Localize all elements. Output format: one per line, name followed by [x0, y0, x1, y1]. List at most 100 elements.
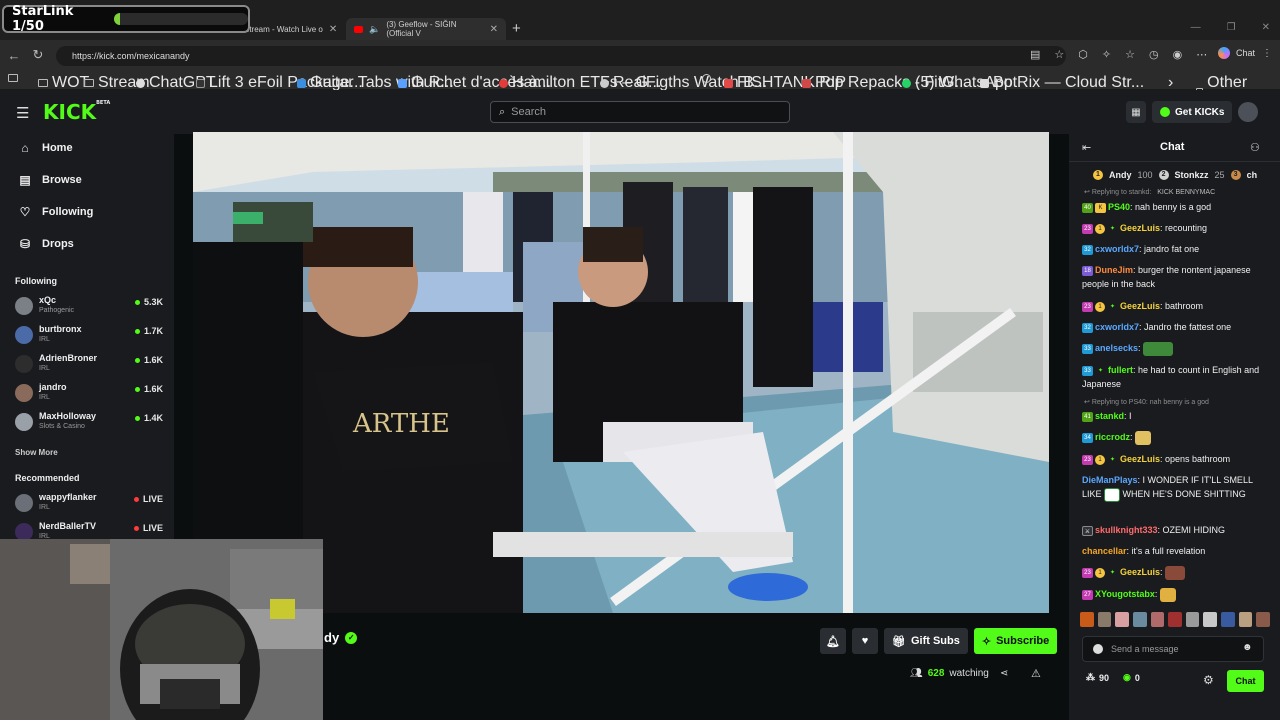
chat-message[interactable]: 32 cxworldx7: Jandro the fattest one — [1082, 320, 1266, 334]
back-icon[interactable]: ← — [2, 48, 26, 63]
search-input[interactable]: ⌕ Search — [490, 101, 790, 123]
sidebar-channel-maxholloway[interactable]: MaxHolloway Slots & Casino 1.4K — [15, 411, 165, 435]
live-dot — [134, 299, 140, 305]
chat-message[interactable]: 33 anelsecks: — [1082, 341, 1266, 356]
gear-icon[interactable]: ⚙ — [1203, 673, 1214, 687]
chat-message[interactable]: 27 XYougotstabx: — [1082, 587, 1266, 602]
chat-message[interactable]: 32 cxworldx7: jandro fat one — [1082, 242, 1266, 256]
star-icon[interactable]: ☆ — [1054, 48, 1064, 61]
sparkle-badge: ✦ — [1109, 303, 1116, 310]
emote-option[interactable] — [1256, 612, 1271, 627]
chat-message[interactable]: 23 1 ✦ GeezLuis: opens bathroom — [1082, 452, 1266, 466]
more-icon[interactable]: ⋮ — [1262, 48, 1272, 59]
hamburger-menu-icon[interactable]: ☰ — [16, 104, 29, 122]
chat-message[interactable]: 33 ✦ fullert: he had to count in English a… — [1082, 363, 1266, 391]
youtube-icon — [354, 25, 364, 33]
puzzle-icon[interactable]: ✧ — [1102, 48, 1111, 61]
sidebar-channel-jandro[interactable]: jandro IRL 1.6K — [15, 382, 165, 406]
avatar — [15, 384, 33, 402]
chat-message[interactable]: chancellar: it's a full revelation — [1082, 544, 1266, 558]
star-icon: ✧ — [981, 635, 992, 648]
sidebar-channel-xqc[interactable]: xQc Pathogenic 5.3K — [15, 295, 165, 319]
emote-option[interactable] — [1221, 612, 1235, 627]
seven-eleven-emote — [1104, 487, 1121, 502]
reply-context: ↩ Replying to stankd: KICK BENNYMAC — [1084, 189, 1216, 196]
browser-tab-active[interactable]: 🔈 (3) Geeflow - SIĞIN (Official V ✕ — [346, 18, 506, 40]
gift-subs-button[interactable]: 🎁︎ Gift Subs — [884, 628, 968, 654]
show-more-link[interactable]: Show More — [15, 448, 58, 457]
new-tab-button[interactable]: + — [512, 20, 521, 37]
live-dot — [134, 357, 140, 363]
emote-option[interactable] — [1150, 612, 1165, 627]
send-chat-button[interactable]: Chat — [1227, 670, 1264, 692]
points-icon: ⁂ — [1086, 672, 1095, 682]
nav-drops[interactable]: ⛁ Drops — [18, 237, 74, 251]
chat-message[interactable]: 34 riccrodz: — [1082, 430, 1266, 445]
history-icon[interactable]: ◷ — [1149, 48, 1159, 61]
user-avatar[interactable] — [1238, 102, 1259, 122]
emote — [1135, 430, 1152, 445]
og-badge: K — [1095, 202, 1106, 213]
chat-message[interactable]: 18 DuneJim: burger the nontent japanese p… — [1082, 263, 1266, 291]
emote-option[interactable] — [1238, 612, 1253, 627]
nav-following[interactable]: ♡ Following — [18, 205, 94, 219]
emoji-icon[interactable]: ☻ — [1242, 642, 1253, 653]
close-window-icon[interactable]: ✕ — [1262, 22, 1270, 33]
recommended-heading: Recommended — [15, 473, 80, 483]
follow-heart-button[interactable]: ♥ — [852, 628, 878, 654]
minimize-icon[interactable]: — — [1191, 22, 1201, 33]
sidebar-channel-adrienbroner[interactable]: AdrienBroner IRL 1.6K — [15, 353, 165, 377]
speaker-icon[interactable]: 🔈 — [369, 24, 380, 35]
chat-message[interactable]: 40 K PS40: nah benny is a god — [1082, 200, 1266, 214]
lift-icon — [196, 78, 205, 88]
emote-option[interactable] — [1080, 612, 1094, 627]
share-icon[interactable]: ⋖ — [1000, 668, 1008, 679]
profile-icon[interactable]: ◉ — [1173, 48, 1183, 61]
notification-bell-button[interactable]: 🔔︎ — [820, 628, 846, 654]
favorites-icon[interactable]: ☆ — [1125, 48, 1135, 61]
collapse-chat-icon[interactable]: ⇤ — [1082, 141, 1091, 154]
emote-option[interactable] — [1168, 612, 1182, 627]
emote-option[interactable] — [1115, 612, 1129, 627]
extension-icon[interactable]: ⬡ — [1078, 48, 1088, 61]
chat-message[interactable]: 23 1 ✦ GeezLuis: — [1082, 565, 1266, 580]
gift-icon: 🎁︎ — [892, 635, 906, 648]
tab-close-icon[interactable]: ✕ — [490, 24, 498, 35]
copilot-chat-button[interactable]: Chat — [1218, 47, 1255, 59]
channel-points[interactable]: 90 — [1099, 673, 1109, 683]
emote-option[interactable] — [1203, 612, 1218, 627]
tab-actions-icon[interactable] — [8, 74, 18, 82]
chat-message[interactable]: ⚔ skullknight333: OZEMI HIDING — [1082, 523, 1266, 537]
menu-icon[interactable]: ⋯ — [1196, 48, 1207, 61]
chat-message[interactable]: 23 1 ✦ GeezLuis: recounting — [1082, 221, 1266, 235]
chat-message[interactable]: DieManPlays: I WONDER IF IT'LL SMELL LIK… — [1082, 473, 1266, 502]
sidebar-channel-burtbronx[interactable]: burtbronx IRL 1.7K — [15, 324, 165, 348]
report-icon[interactable]: ⚠ — [1031, 667, 1041, 680]
reload-icon[interactable]: ↻ — [26, 47, 50, 63]
sidebar-channel-wappyflanker[interactable]: wappyflanker IRL LIVE — [15, 492, 165, 516]
maximize-icon[interactable]: ❐ — [1227, 22, 1236, 33]
get-kicks-button[interactable]: Get KICKs — [1152, 101, 1233, 123]
emote-option[interactable] — [1185, 612, 1200, 627]
kicks-balance[interactable]: 0 — [1135, 673, 1140, 683]
goal-progress-fill — [113, 13, 120, 25]
chat-message[interactable]: 23 1 ✦ GeezLuis: bathroom — [1082, 299, 1266, 313]
reader-icon[interactable]: ▤ — [1030, 48, 1040, 61]
nav-browse[interactable]: ▤ Browse — [18, 173, 81, 187]
emote-option[interactable] — [1097, 612, 1112, 627]
nav-home[interactable]: ⌂ Home — [18, 141, 72, 155]
chat-message-input[interactable]: Send a message — [1082, 636, 1264, 662]
browser-tab[interactable]: Stream - Watch Live o ✕ — [236, 18, 346, 40]
emote-option[interactable] — [1132, 612, 1147, 627]
bookmark-item[interactable] — [702, 74, 711, 83]
chat-users-icon[interactable]: ⚇ — [1250, 141, 1260, 154]
tab-close-icon[interactable]: ✕ — [329, 24, 337, 35]
url-input[interactable]: https://kick.com/mexicanandy — [56, 46, 1066, 66]
kick-logo[interactable]: KICKBETA — [43, 100, 110, 124]
streamer-name[interactable]: dy ✓ — [324, 630, 358, 645]
bell-icon: 🔔︎ — [826, 635, 840, 648]
subscribe-button[interactable]: ✧ Subscribe — [973, 628, 1058, 654]
webcam-overlay — [0, 539, 323, 720]
browse-grid-icon[interactable]: ▦ — [1126, 101, 1146, 123]
chat-message[interactable]: 41 stankd: I — [1082, 409, 1266, 423]
